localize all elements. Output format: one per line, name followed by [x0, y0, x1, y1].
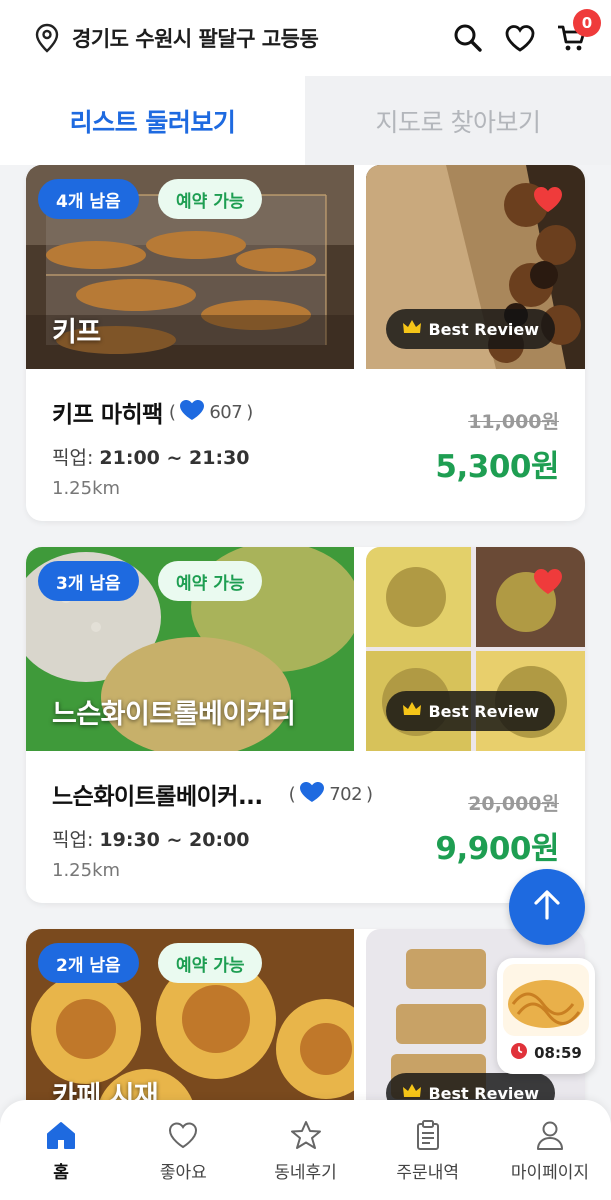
best-review-label: Best Review [428, 701, 539, 721]
sale-price: 5,300원 [435, 449, 559, 485]
nav-likes[interactable]: 좋아요 [122, 1118, 244, 1200]
clipboard-icon [411, 1118, 445, 1152]
store-photo-side: Best Review [366, 165, 585, 369]
recent-item-thumbnail [503, 964, 589, 1036]
nav-orders-label: 주문내역 [396, 1163, 459, 1183]
store-photo-main: 4개 남음 예약 가능 키프 [26, 165, 354, 369]
best-review-badge: Best Review [386, 691, 555, 731]
nav-reviews[interactable]: 동네후기 [244, 1118, 366, 1200]
like-count: ( 702 ) [289, 780, 373, 809]
tab-list[interactable]: 리스트 둘러보기 [0, 76, 305, 165]
best-review-label: Best Review [428, 319, 539, 339]
store-photo-main: 3개 남음 예약 가능 느슨화이트롤베이커리 [26, 547, 354, 751]
crown-icon [402, 701, 422, 721]
nav-mypage-label: 마이페이지 [510, 1163, 590, 1183]
likes-value: 607 [209, 401, 243, 423]
nav-home[interactable]: 홈 [0, 1118, 122, 1200]
heart-outline-icon [166, 1118, 200, 1152]
favorite-heart-icon[interactable] [503, 21, 537, 55]
likes-value: 702 [329, 783, 363, 805]
reservation-badge: 예약 가능 [158, 943, 263, 983]
location-text[interactable]: 경기도 수원시 팔달구 고등동 [72, 23, 319, 53]
liked-heart-icon[interactable] [531, 183, 565, 215]
store-card[interactable]: 3개 남음 예약 가능 느슨화이트롤베이커리 Best Review 느슨화이트… [26, 547, 585, 903]
remaining-badge: 2개 남음 [38, 943, 139, 983]
product-title: 키프 마히팩 [52, 402, 163, 428]
nav-likes-label: 좋아요 [159, 1163, 207, 1183]
view-tabs: 리스트 둘러보기 지도로 찾아보기 [0, 76, 611, 165]
reservation-badge: 예약 가능 [158, 179, 263, 219]
top-header: 경기도 수원시 팔달구 고등동 0 [0, 0, 611, 76]
crown-icon [402, 319, 422, 339]
store-name-overlay: 느슨화이트롤베이커리 [52, 699, 296, 730]
bottom-nav: 홈 좋아요 동네후기 주문내역 마이페이지 [0, 1100, 611, 1200]
home-icon [44, 1118, 78, 1152]
blue-heart-icon [299, 780, 325, 809]
star-icon [289, 1118, 323, 1152]
cart-icon[interactable]: 0 [555, 9, 601, 55]
best-review-label: Best Review [428, 1083, 539, 1101]
like-count: ( 607 ) [169, 398, 253, 427]
scroll-top-button[interactable] [509, 869, 585, 945]
search-icon[interactable] [451, 21, 485, 55]
location-pin-icon[interactable] [30, 21, 64, 55]
nav-reviews-label: 동네후기 [274, 1163, 337, 1183]
remaining-badge: 4개 남음 [38, 179, 139, 219]
store-name-overlay: 카페 시재 [52, 1081, 159, 1100]
likes-close-paren: ) [366, 783, 373, 805]
timer-value: 08:59 [534, 1044, 582, 1062]
likes-open-paren: ( [168, 401, 176, 423]
arrow-up-icon [532, 889, 562, 925]
crown-icon [402, 1083, 422, 1100]
liked-heart-icon[interactable] [531, 565, 565, 597]
cart-count-badge: 0 [573, 9, 601, 37]
pickup-time-value: 19:30 ~ 20:00 [99, 829, 250, 851]
original-price: 20,000원 [468, 793, 559, 815]
likes-open-paren: ( [288, 783, 296, 805]
timer: 08:59 [497, 1042, 595, 1064]
store-photo-side: Best Review [366, 547, 585, 751]
pickup-label: 픽업: [52, 829, 94, 851]
clock-icon [510, 1042, 528, 1064]
store-card[interactable]: 4개 남음 예약 가능 키프 Best Review 키프 마히팩 (607 … [26, 165, 585, 521]
recent-item-widget[interactable]: 08:59 [497, 958, 595, 1074]
store-name-overlay: 키프 [52, 317, 101, 348]
remaining-badge: 3개 남음 [38, 561, 139, 601]
blue-heart-icon [179, 398, 205, 427]
product-title: 느슨화이트롤베이커... [52, 784, 263, 810]
nav-orders[interactable]: 주문내역 [367, 1118, 489, 1200]
original-price: 11,000원 [468, 411, 559, 433]
best-review-badge: Best Review [386, 309, 555, 349]
pickup-label: 픽업: [52, 447, 94, 469]
nav-mypage[interactable]: 마이페이지 [489, 1118, 611, 1200]
nav-home-label: 홈 [53, 1163, 69, 1183]
sale-price: 9,900원 [435, 831, 559, 867]
store-photo-main: 2개 남음 예약 가능 카페 시재 [26, 929, 354, 1100]
reservation-badge: 예약 가능 [158, 561, 263, 601]
likes-close-paren: ) [246, 401, 253, 423]
tab-map[interactable]: 지도로 찾아보기 [305, 76, 611, 165]
person-icon [533, 1118, 567, 1152]
best-review-badge: Best Review [386, 1073, 555, 1100]
pickup-time-value: 21:00 ~ 21:30 [99, 447, 250, 469]
